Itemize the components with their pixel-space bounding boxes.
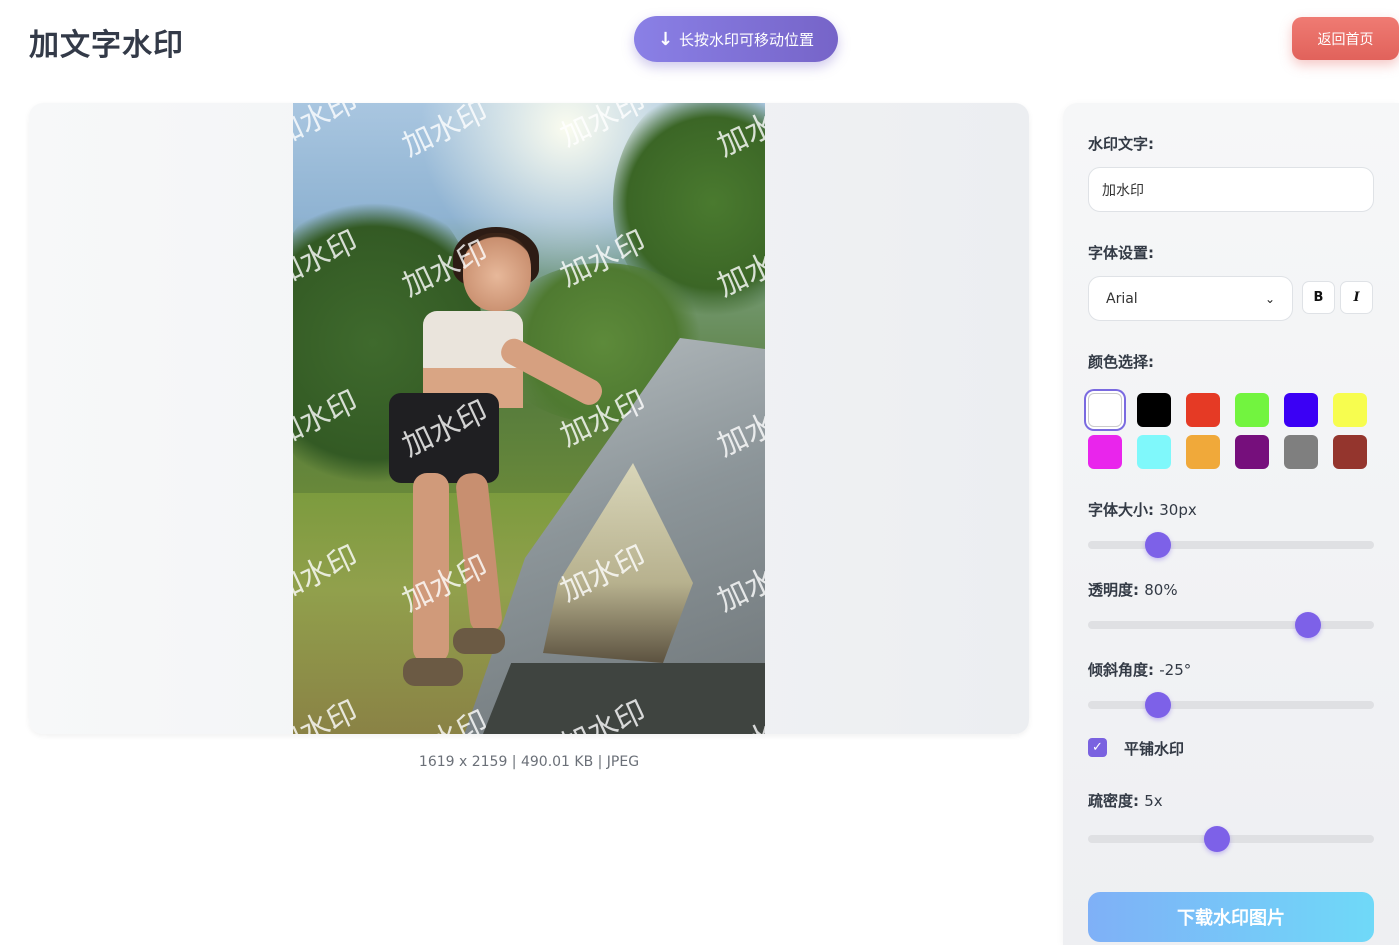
settings-panel: 水印文字: 字体设置: Arial ⌄ B I 颜色选择: 字体大小: 30px… — [1063, 103, 1399, 945]
color-swatch[interactable] — [1137, 435, 1171, 469]
font-size-value: 30px — [1159, 501, 1197, 519]
color-swatch[interactable] — [1186, 393, 1220, 427]
color-swatch[interactable] — [1088, 435, 1122, 469]
color-swatch[interactable] — [1284, 435, 1318, 469]
color-swatch[interactable] — [1186, 435, 1220, 469]
angle-label: 倾斜角度: -25° — [1088, 661, 1192, 679]
chevron-down-icon: ⌄ — [1264, 291, 1275, 306]
font-size-slider[interactable] — [1088, 532, 1374, 558]
bold-button[interactable]: B — [1302, 281, 1335, 314]
watermark-text[interactable]: 加水印 — [293, 103, 364, 155]
page-title: 加文字水印 — [29, 28, 184, 63]
font-settings-label: 字体设置: — [1088, 244, 1154, 262]
font-size-label: 字体大小: 30px — [1088, 501, 1197, 519]
slider-thumb[interactable] — [1145, 532, 1172, 558]
italic-button[interactable]: I — [1340, 281, 1373, 314]
density-value: 5x — [1144, 792, 1163, 810]
watermark-text-label: 水印文字: — [1088, 135, 1154, 153]
density-label: 疏密度: 5x — [1088, 792, 1163, 810]
watermark-text[interactable]: 加水印 — [394, 103, 494, 165]
opacity-value: 80% — [1144, 581, 1178, 599]
tile-watermark-checkbox[interactable]: ✓ — [1088, 738, 1107, 757]
image-info: 1619 x 2159 | 490.01 KB | JPEG — [418, 754, 640, 770]
preview-photo: 加水印 加水印 加水印 加水印 加水印 加水印 加水印 加水印 加水印 加水印 加水印 加水印 加水印加… — [293, 103, 765, 734]
font-family-select[interactable]: Arial ⌄ — [1088, 276, 1293, 321]
slider-thumb[interactable] — [1203, 826, 1230, 852]
color-swatch[interactable] — [1088, 393, 1122, 427]
back-home-button[interactable]: 返回首页 — [1292, 17, 1399, 60]
opacity-label: 透明度: 80% — [1088, 581, 1178, 599]
move-hint-text: 长按水印可移动位置 — [679, 30, 815, 49]
angle-value: -25° — [1159, 661, 1192, 679]
color-swatch[interactable] — [1137, 393, 1171, 427]
color-swatch[interactable] — [1284, 393, 1318, 427]
watermark-text-input[interactable] — [1088, 167, 1374, 212]
color-swatch[interactable] — [1235, 435, 1269, 469]
angle-slider[interactable] — [1088, 692, 1374, 718]
density-slider[interactable] — [1088, 826, 1374, 852]
opacity-slider[interactable] — [1088, 612, 1374, 638]
slider-thumb[interactable] — [1295, 612, 1322, 638]
arrow-down-icon: ↓ — [657, 28, 674, 50]
move-hint-badge: ↓ 长按水印可移动位置 — [634, 16, 838, 62]
tile-watermark-label[interactable]: 平铺水印 — [1124, 738, 1184, 759]
font-family-value: Arial — [1106, 290, 1138, 307]
slider-thumb[interactable] — [1145, 692, 1172, 718]
color-swatch[interactable] — [1235, 393, 1269, 427]
image-preview-panel: 加水印 加水印 加水印 加水印 加水印 加水印 加水印 加水印 加水印 加水印 加水印 加水印 加水印加… — [29, 103, 1029, 734]
color-swatch[interactable] — [1333, 393, 1367, 427]
photo-person — [383, 227, 607, 713]
color-swatch[interactable] — [1333, 435, 1367, 469]
download-watermark-button[interactable]: 下载水印图片 — [1088, 892, 1374, 942]
color-select-label: 颜色选择: — [1088, 353, 1154, 371]
